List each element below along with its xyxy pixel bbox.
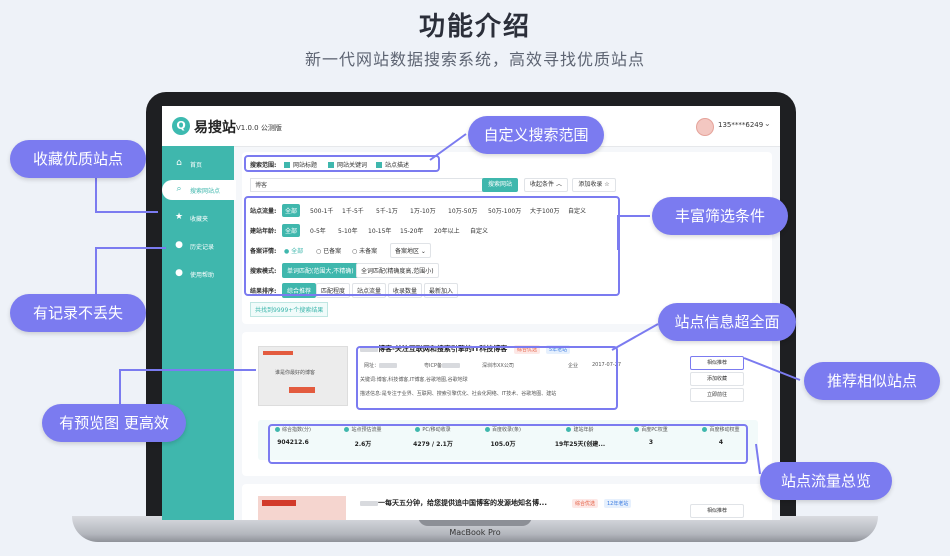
callout-favorites: 收藏优质站点 <box>10 140 146 178</box>
callout-site-info: 站点信息超全面 <box>658 303 796 341</box>
callout-traffic: 站点流量总览 <box>760 462 892 500</box>
callout-rich-filters: 丰富筛选条件 <box>652 197 788 235</box>
callout-custom-scope: 自定义搜索范围 <box>468 116 604 154</box>
callout-history: 有记录不丢失 <box>10 294 146 332</box>
callout-preview: 有预览图 更高效 <box>42 404 186 442</box>
callout-similar: 推荐相似站点 <box>804 362 940 400</box>
